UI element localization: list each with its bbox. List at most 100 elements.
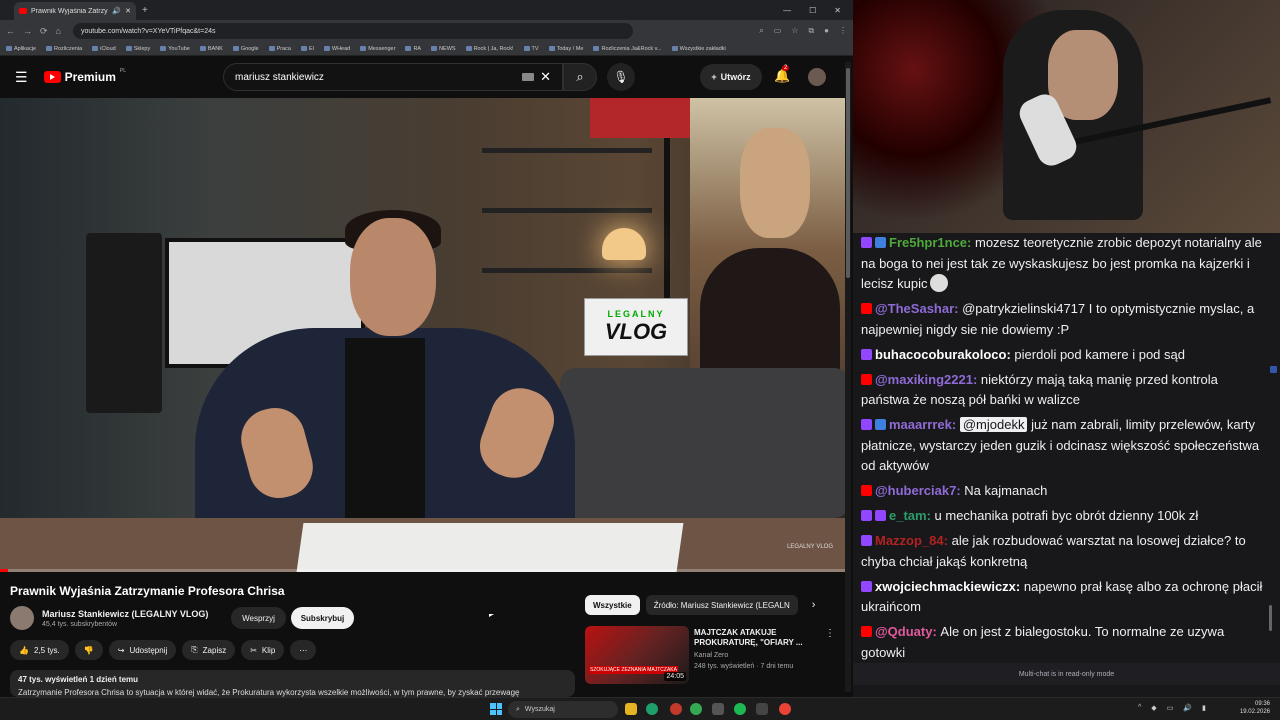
menu-icon[interactable]: ⋮ <box>839 26 847 36</box>
search-input[interactable]: mariusz stankiewicz ✕ <box>223 63 563 91</box>
close-window-button[interactable]: ✕ <box>834 6 841 15</box>
app-icon[interactable] <box>712 703 724 715</box>
chat-username[interactable]: @maxiking2221 <box>875 372 973 387</box>
url-field[interactable]: youtube.com/watch?v=XYeVTiPfqac&t=24s <box>72 23 633 39</box>
back-button[interactable]: ← <box>6 26 15 36</box>
recommended-video[interactable]: SZOKUJĄCE ZEZNANIA MAJTCZAKA 24:05 MAJTC… <box>585 626 835 686</box>
clip-button[interactable]: ✂ Klip <box>241 640 285 660</box>
bookmark-item[interactable]: BANK <box>199 45 223 52</box>
subscriber-count: 45,4 tys. subskrybentów <box>42 620 118 628</box>
speaker-icon[interactable]: 🔊 <box>112 7 121 15</box>
bookmark-item[interactable]: Wszystkie zakładki <box>671 46 726 52</box>
folder-icon <box>523 46 530 51</box>
bookmark-item[interactable]: Sklepy <box>125 46 150 52</box>
account-avatar[interactable] <box>808 68 826 86</box>
bookmark-label: BANK <box>207 45 223 52</box>
bookmark-item[interactable]: iCloud <box>92 46 116 52</box>
maximize-button[interactable]: ☐ <box>809 6 816 15</box>
video-description[interactable]: 47 tys. wyświetleń 1 dzień temu Zatrzyma… <box>10 670 575 697</box>
subscribe-button[interactable]: Subskrybuj <box>291 607 354 629</box>
browser-tab[interactable]: Prawnik Wyjaśnia Zatrzymu 🔊 ✕ <box>14 2 136 20</box>
chip-source-channel[interactable]: Źródło: Mariusz Stankiewicz (LEGALN <box>645 595 798 615</box>
chat-username[interactable]: Mazzop_84 <box>875 533 944 548</box>
tray-app-icon[interactable]: ◆ <box>1151 704 1156 712</box>
bookmark-item[interactable]: Aplikacje <box>6 46 36 52</box>
bookmark-star-icon[interactable]: ☆ <box>791 26 798 36</box>
youtube-logo[interactable]: Premium PL <box>43 68 126 84</box>
page-scrollbar[interactable] <box>845 62 851 692</box>
folder-icon <box>405 46 412 51</box>
keyboard-icon[interactable] <box>522 73 535 81</box>
cast-icon[interactable]: ▭ <box>774 26 782 36</box>
new-tab-button[interactable]: + <box>142 5 148 16</box>
battery-icon[interactable]: ▮ <box>1202 704 1206 712</box>
download-icon[interactable] <box>756 703 768 715</box>
bookmark-item[interactable]: Google <box>232 46 259 52</box>
hamburger-menu-icon[interactable]: ☰ <box>15 69 28 86</box>
volume-icon[interactable]: 🔊 <box>1183 704 1192 712</box>
windows-start-icon[interactable] <box>490 703 502 715</box>
tray-chevron-icon[interactable]: ^ <box>1138 704 1141 712</box>
reload-button[interactable]: ⟳ <box>40 26 48 37</box>
minimize-button[interactable]: — <box>783 6 791 15</box>
save-button[interactable]: ⎘ Zapisz <box>182 640 236 660</box>
chat-username[interactable]: @Qduaty <box>875 624 932 639</box>
extensions-icon[interactable]: ⧉ <box>808 26 814 36</box>
bookmark-item[interactable]: Rock | Ja, Rock! <box>465 46 514 52</box>
chat-username[interactable]: buhacocoburakoloco <box>875 347 1006 362</box>
chip-all[interactable]: Wszystkie <box>585 595 640 615</box>
tab-close-icon[interactable]: ✕ <box>125 7 131 15</box>
like-button[interactable]: 👍 2,5 tys. <box>10 640 69 660</box>
create-button[interactable]: + Utwórz <box>700 64 762 90</box>
bookmark-item[interactable]: Praca <box>268 46 291 52</box>
chrome-icon[interactable] <box>690 703 702 715</box>
video-progress-bar[interactable] <box>0 569 845 572</box>
bookmark-item[interactable]: WHead <box>323 46 350 52</box>
video-player[interactable]: LEGALNY VLOG LEGALNY VLOG <box>0 98 845 572</box>
search-button[interactable]: ⌕ <box>563 63 597 91</box>
edge-icon[interactable] <box>646 703 658 715</box>
chat-scrollbar[interactable] <box>1269 233 1274 661</box>
more-actions-button[interactable]: ⋯ <box>290 640 317 660</box>
bookmark-item[interactable]: YouTube <box>160 46 190 52</box>
home-button[interactable]: ⌂ <box>56 26 61 36</box>
recommended-thumbnail[interactable]: SZOKUJĄCE ZEZNANIA MAJTCZAKA 24:05 <box>585 626 689 684</box>
share-button[interactable]: ↪ Udostępnij <box>108 640 177 660</box>
file-explorer-icon[interactable] <box>625 703 637 715</box>
recommended-channel[interactable]: Kanał Zero <box>694 652 814 659</box>
spotify-icon[interactable] <box>734 703 746 715</box>
chat-username[interactable]: maaarrrek <box>889 417 952 432</box>
bookmark-item[interactable]: NEWS <box>431 46 456 52</box>
bookmark-item[interactable]: El <box>300 46 314 52</box>
taskbar-search[interactable]: ⌕ Wyszukaj <box>508 701 618 718</box>
dislike-button[interactable]: 👎 <box>74 640 103 660</box>
channel-avatar[interactable] <box>10 606 34 630</box>
chevron-right-icon[interactable]: › <box>812 599 816 611</box>
bookmark-item[interactable]: RA <box>405 46 421 52</box>
opera-icon[interactable] <box>670 703 682 715</box>
profile-icon[interactable]: ● <box>824 26 829 36</box>
recommended-title[interactable]: MAJTCZAK ATAKUJE PROKURATURĘ, "OFIARY ..… <box>694 628 814 648</box>
chat-username[interactable]: @TheSashar <box>875 301 954 316</box>
bookmark-item[interactable]: Rozliczenia Ja&Rock v... <box>593 46 662 52</box>
channel-name[interactable]: Mariusz Stankiewicz (LEGALNY VLOG) <box>42 609 208 619</box>
clock[interactable]: 09:36 19.02.2026 <box>1240 700 1270 716</box>
chat-username[interactable]: @huberciak7 <box>875 483 956 498</box>
zoom-icon[interactable]: ⌕ <box>759 26 763 36</box>
bookmark-item[interactable]: Messenger <box>360 46 395 52</box>
chat-username[interactable]: e_tam <box>889 508 927 523</box>
more-options-icon[interactable]: ⋮ <box>825 628 835 639</box>
network-icon[interactable]: ▭ <box>1167 704 1174 712</box>
chat-username[interactable]: xwojciechmackiewiczx <box>875 579 1016 594</box>
chat-username[interactable]: Fre5hpr1nce <box>889 235 967 250</box>
chat-message: Mazzop_84: ale jak rozbudować warsztat n… <box>861 531 1265 572</box>
bookmark-item[interactable]: Today / Me <box>548 46 583 52</box>
chat-message: e_tam: u mechanika potrafi byc obrót dzi… <box>861 506 1265 527</box>
voice-search-button[interactable]: 🎙 <box>607 63 635 91</box>
bookmark-item[interactable]: TV <box>523 46 539 52</box>
bookmark-item[interactable]: Rozliczenia <box>46 46 82 52</box>
forward-button[interactable]: → <box>23 26 32 36</box>
clear-search-icon[interactable]: ✕ <box>540 69 551 85</box>
chrome-alt-icon[interactable] <box>779 703 791 715</box>
support-button[interactable]: Wesprzyj <box>231 607 286 629</box>
